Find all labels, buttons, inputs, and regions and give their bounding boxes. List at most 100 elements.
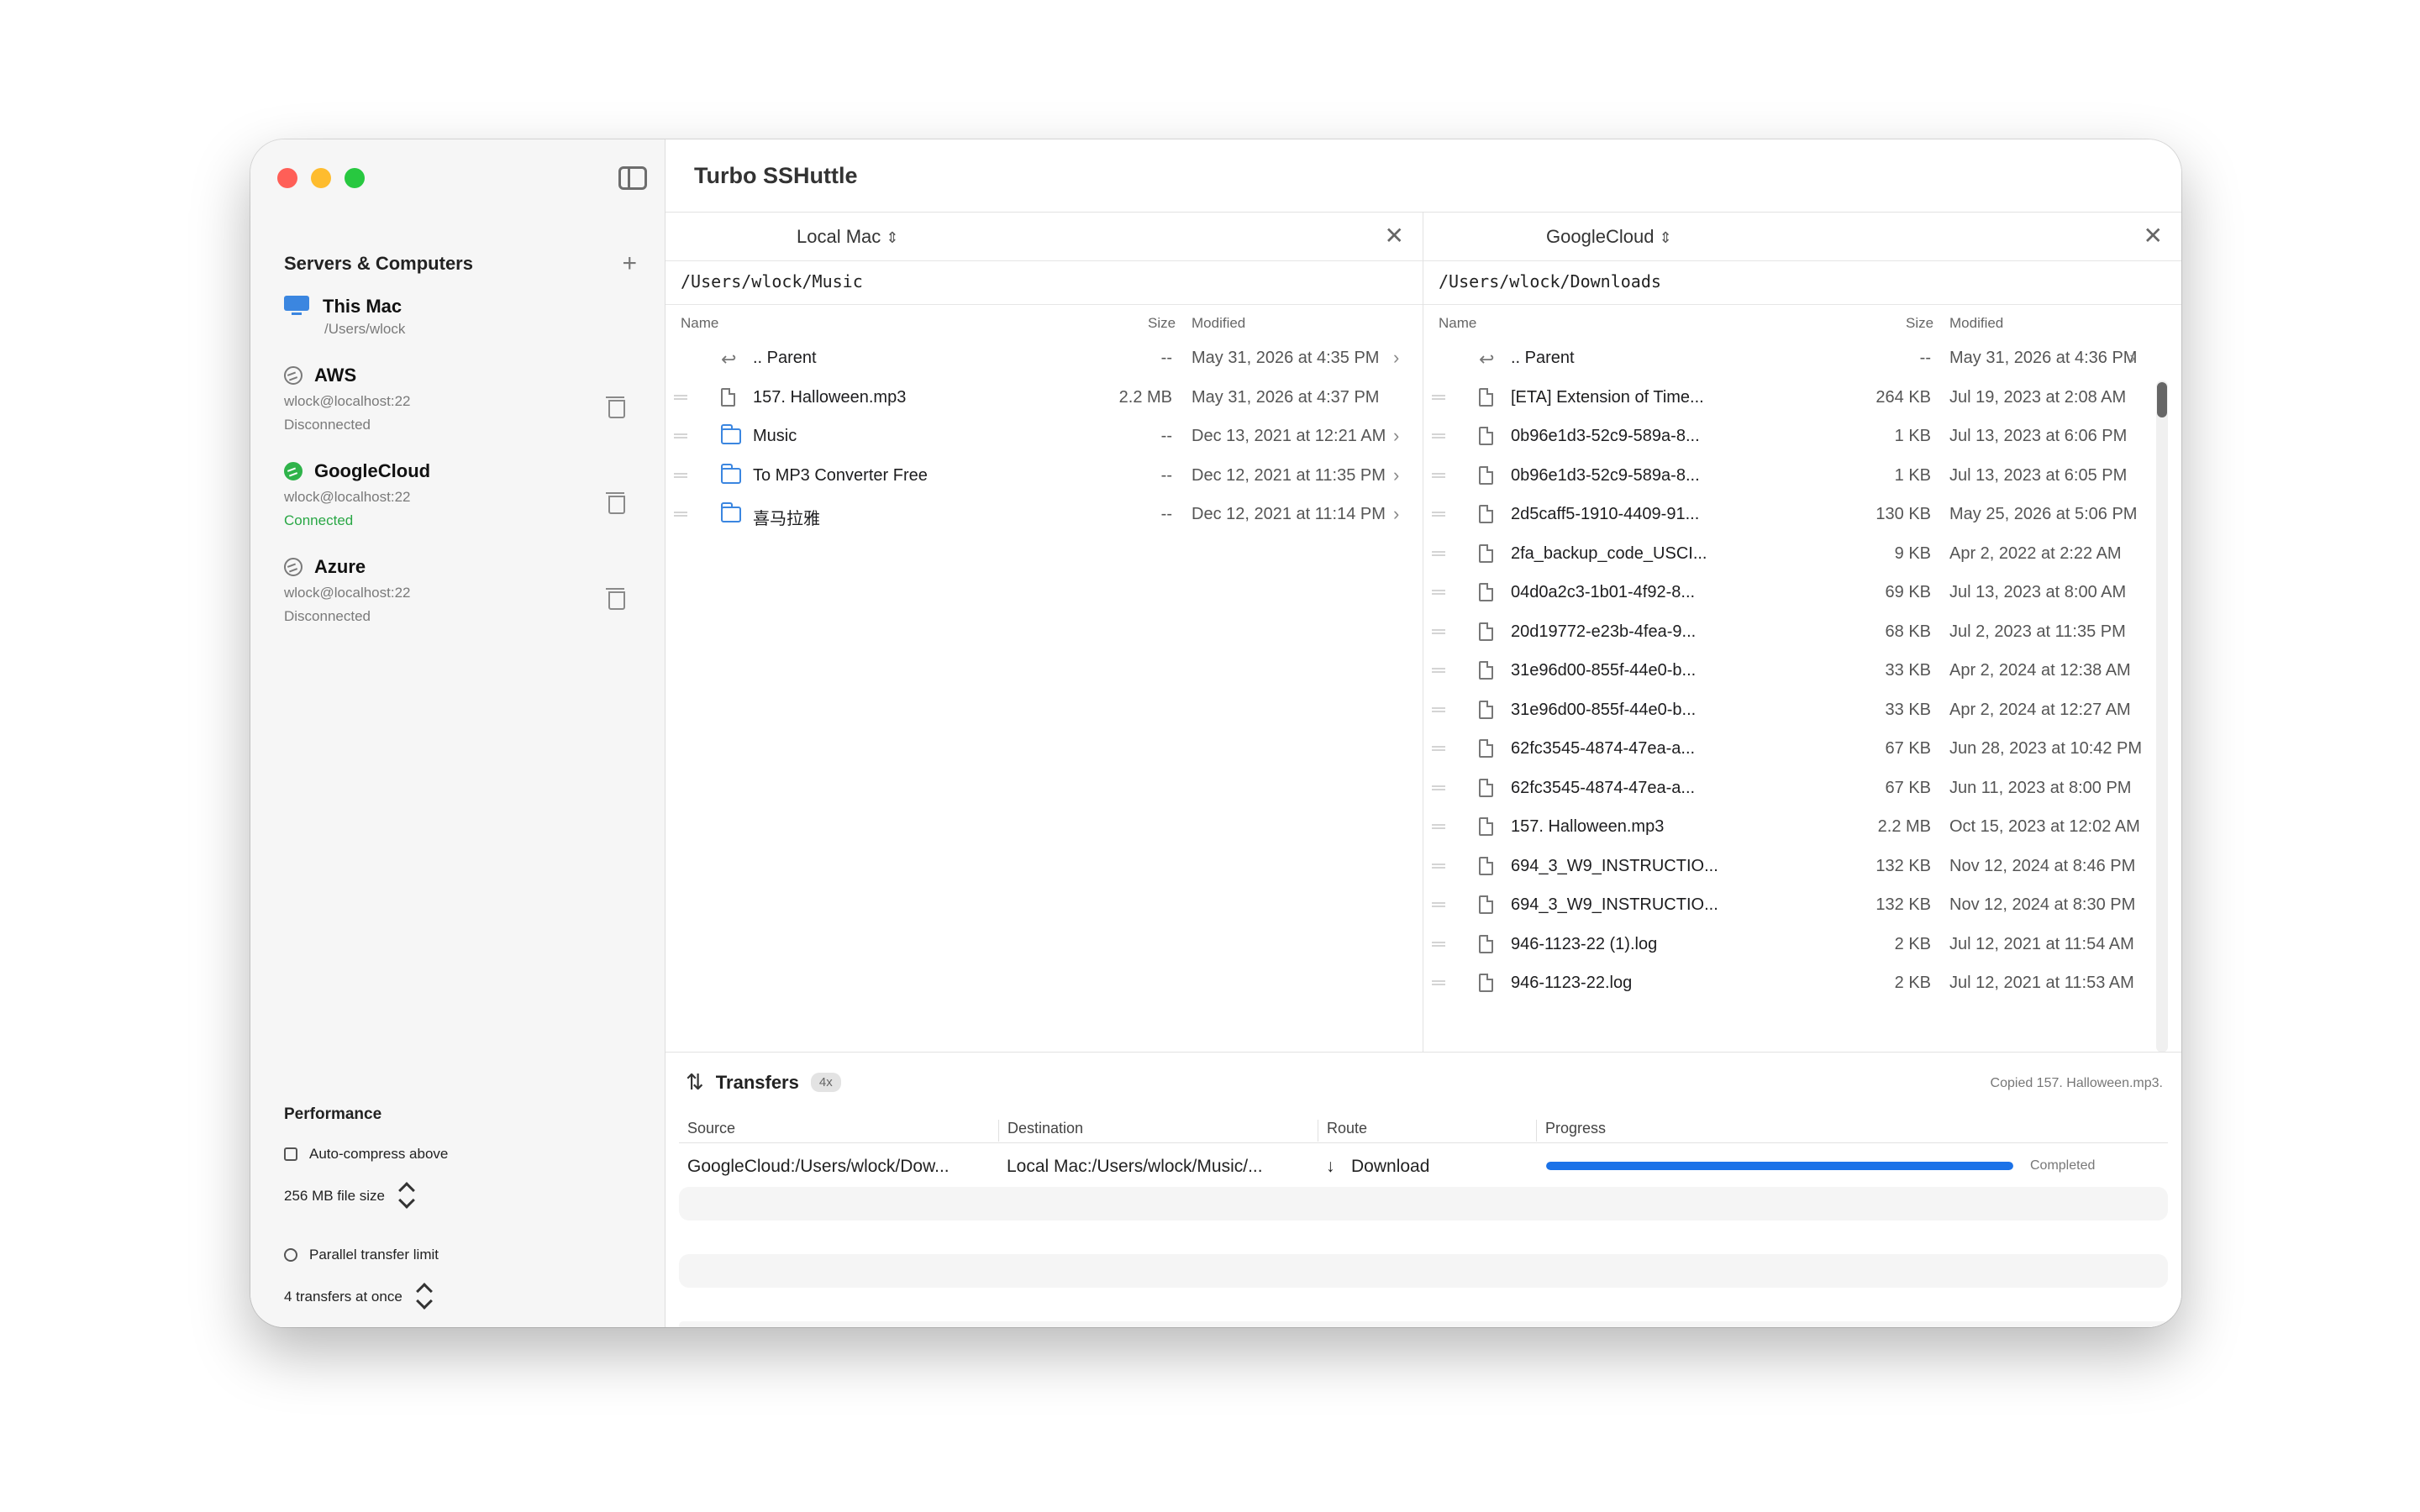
drag-handle-icon[interactable] [674, 512, 687, 517]
file-size: 67 KB [1885, 778, 1931, 797]
col-destination[interactable]: Destination [998, 1120, 1083, 1142]
drag-handle-icon[interactable] [1432, 628, 1445, 634]
col-size[interactable]: Size [1148, 315, 1176, 332]
file-row[interactable]: 0b96e1d3-52c9-589a-8... 1 KB Jul 13, 2023 … [1423, 456, 2181, 496]
disconnected-icon [284, 366, 302, 385]
chevron-right-icon[interactable]: › [1393, 347, 1399, 369]
scrollbar[interactable] [2156, 381, 2168, 1053]
document-icon [1479, 739, 1493, 763]
file-row[interactable]: [ETA] Extension of Time... 264 KB Jul 19, … [1423, 378, 2181, 417]
file-row[interactable]: 62fc3545-4874-47ea-a... 67 KB Jun 28, 2023… [1423, 729, 2181, 769]
progress-fill [1546, 1162, 2013, 1170]
add-server-button[interactable]: + [622, 251, 637, 276]
file-row[interactable]: 2fa_backup_code_USCI... 9 KB Apr 2, 2022 a… [1423, 534, 2181, 574]
scrollbar-thumb[interactable] [2157, 382, 2167, 417]
drag-handle-icon[interactable] [1432, 394, 1445, 400]
file-row[interactable]: 946-1123-22.log 2 KB Jul 12, 2021 at 11:53… [1423, 963, 2181, 1003]
path-field[interactable]: /Users/wlock/Downloads [1423, 261, 2181, 305]
file-row[interactable]: 31e96d00-855f-44e0-b... 33 KB Apr 2, 2024 … [1423, 651, 2181, 690]
server-address: wlock@localhost:22 [284, 585, 411, 601]
compress-stepper[interactable] [397, 1178, 418, 1215]
servers-title: Servers & Computers [284, 253, 473, 274]
server-item-this-mac[interactable]: This Mac /Users/wlock [284, 296, 645, 338]
file-row[interactable]: 62fc3545-4874-47ea-a... 67 KB Jun 11, 2023… [1423, 769, 2181, 808]
drag-handle-icon[interactable] [1432, 785, 1445, 790]
drag-handle-icon[interactable] [674, 472, 687, 478]
folder-icon [721, 502, 741, 528]
host-selector[interactable]: GoogleCloud ⇕ [1546, 226, 1672, 248]
col-size[interactable]: Size [1906, 315, 1933, 332]
file-row[interactable]: 157. Halloween.mp3 2.2 MB May 31, 2026 at … [666, 378, 1423, 417]
parent-row[interactable]: ↩ .. Parent -- May 31, 2026 at 4:35 PM › [666, 339, 1423, 378]
drag-handle-icon[interactable] [1432, 550, 1445, 556]
chevron-right-icon[interactable]: › [1393, 503, 1399, 525]
file-size: 33 KB [1885, 700, 1931, 719]
drag-handle-icon[interactable] [1432, 863, 1445, 869]
drag-handle-icon[interactable] [1432, 512, 1445, 517]
file-name: To MP3 Converter Free [753, 465, 928, 485]
trash-icon[interactable] [606, 586, 625, 610]
drag-handle-icon[interactable] [1432, 706, 1445, 712]
col-name[interactable]: Name [681, 315, 718, 332]
close-pane-icon[interactable]: ✕ [2144, 224, 2163, 248]
file-modified: Dec 12, 2021 at 11:35 PM [1192, 465, 1386, 485]
close-window-button[interactable] [277, 168, 297, 188]
drag-handle-icon[interactable] [1432, 824, 1445, 829]
chevron-right-icon[interactable]: › [1393, 425, 1399, 447]
file-row[interactable]: 946-1123-22 (1).log 2 KB Jul 12, 2021 at 1… [1423, 925, 2181, 964]
drag-handle-icon[interactable] [674, 394, 687, 400]
col-progress[interactable]: Progress [1536, 1120, 1606, 1142]
file-modified: Jul 13, 2023 at 6:05 PM [1949, 465, 2128, 485]
file-row[interactable]: 20d19772-e23b-4fea-9... 68 KB Jul 2, 2023 … [1423, 612, 2181, 652]
transfer-row[interactable]: GoogleCloud:/Users/wlock/Dow... Local Ma… [679, 1147, 2168, 1184]
drag-handle-icon[interactable] [1432, 433, 1445, 438]
drag-handle-icon[interactable] [1432, 980, 1445, 985]
chevron-right-icon[interactable]: › [2129, 347, 2135, 369]
server-item-googlecloud[interactable]: GoogleCloud wlock@localhost:22 Connected [284, 460, 645, 529]
file-size: 132 KB [1876, 856, 1931, 875]
file-row[interactable]: 694_3_W9_INSTRUCTIO... 132 KB Nov 12, 2024… [1423, 885, 2181, 925]
col-source[interactable]: Source [679, 1120, 735, 1142]
file-row[interactable]: 2d5caff5-1910-4409-91... 130 KB May 25, 20… [1423, 495, 2181, 534]
file-row[interactable]: 0b96e1d3-52c9-589a-8... 1 KB Jul 13, 2023 … [1423, 417, 2181, 456]
col-modified[interactable]: Modified [1949, 315, 2003, 332]
zoom-window-button[interactable] [345, 168, 365, 188]
server-item-azure[interactable]: Azure wlock@localhost:22 Disconnected [284, 556, 645, 625]
server-name: This Mac [323, 296, 402, 317]
drag-handle-icon[interactable] [1432, 746, 1445, 751]
disconnected-icon [284, 558, 302, 576]
back-arrow-icon: ↩ [721, 349, 737, 370]
drag-handle-icon[interactable] [1432, 590, 1445, 595]
chevron-right-icon[interactable]: › [1393, 465, 1399, 486]
folder-row[interactable]: Music -- Dec 13, 2021 at 12:21 AM › [666, 417, 1423, 456]
file-row[interactable]: 04d0a2c3-1b01-4f92-8... 69 KB Jul 13, 2023… [1423, 573, 2181, 612]
server-name: AWS [314, 365, 357, 386]
file-row[interactable]: 157. Halloween.mp3 2.2 MB Oct 15, 2023 at … [1423, 807, 2181, 847]
host-selector[interactable]: Local Mac ⇕ [797, 226, 899, 248]
sidebar-toggle-icon[interactable] [618, 166, 647, 190]
drag-handle-icon[interactable] [1432, 472, 1445, 478]
folder-row[interactable]: To MP3 Converter Free -- Dec 12, 2021 at 1… [666, 456, 1423, 496]
transfers-header: ⇅ Transfers 4x [686, 1069, 841, 1095]
file-size: 2.2 MB [1877, 817, 1931, 836]
close-pane-icon[interactable]: ✕ [1385, 224, 1404, 248]
file-row[interactable]: 31e96d00-855f-44e0-b... 33 KB Apr 2, 2024 … [1423, 690, 2181, 730]
drag-handle-icon[interactable] [1432, 668, 1445, 673]
trash-icon[interactable] [606, 491, 625, 514]
trash-icon[interactable] [606, 395, 625, 418]
minimize-window-button[interactable] [311, 168, 331, 188]
col-name[interactable]: Name [1439, 315, 1476, 332]
path-field[interactable]: /Users/wlock/Music [666, 261, 1423, 305]
col-modified[interactable]: Modified [1192, 315, 1245, 332]
parallel-stepper[interactable] [414, 1278, 436, 1315]
file-name: 2d5caff5-1910-4409-91... [1511, 505, 1700, 523]
drag-handle-icon[interactable] [1432, 902, 1445, 907]
col-route[interactable]: Route [1318, 1120, 1367, 1142]
drag-handle-icon[interactable] [1432, 941, 1445, 947]
server-item-aws[interactable]: AWS wlock@localhost:22 Disconnected [284, 365, 645, 433]
file-row[interactable]: 694_3_W9_INSTRUCTIO... 132 KB Nov 12, 2024… [1423, 847, 2181, 886]
drag-handle-icon[interactable] [674, 433, 687, 438]
compress-threshold: 256 MB file size [284, 1178, 637, 1215]
folder-row[interactable]: 喜马拉雅 -- Dec 12, 2021 at 11:14 PM › [666, 495, 1423, 534]
parent-row[interactable]: ↩ .. Parent -- May 31, 2026 at 4:36 PM › [1423, 339, 2181, 378]
